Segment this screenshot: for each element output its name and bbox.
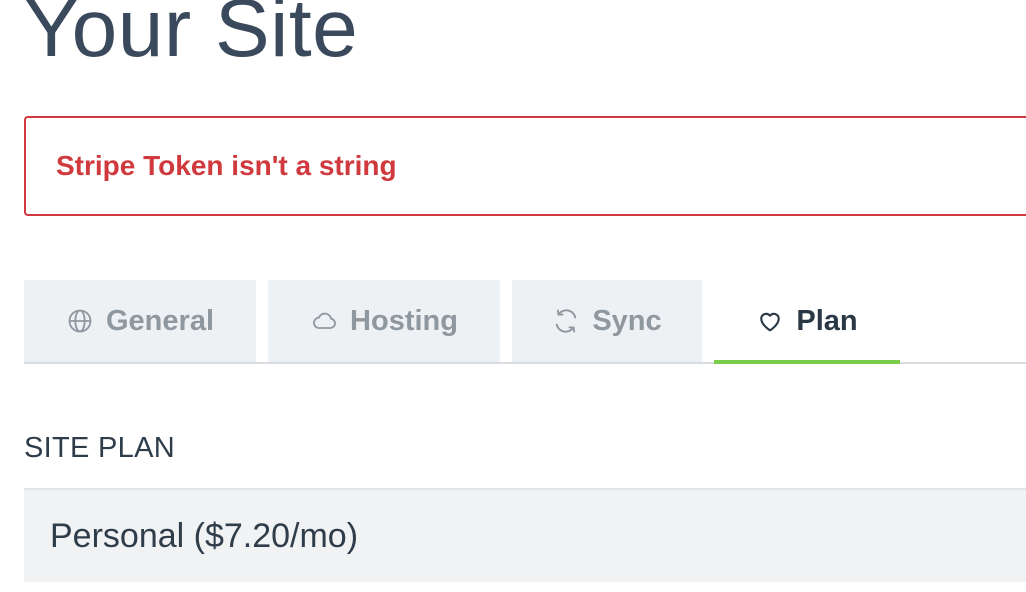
tab-label: General	[106, 304, 214, 337]
tab-general[interactable]: General	[24, 280, 256, 362]
settings-tabs: General Hosting Sync Plan	[24, 280, 1026, 364]
tab-label: Hosting	[350, 304, 458, 337]
page-title: Your Site	[24, 0, 359, 74]
cloud-icon	[310, 307, 338, 335]
site-settings-page: Your Site Stripe Token isn't a string Ge…	[0, 0, 1026, 592]
globe-icon	[66, 307, 94, 335]
tab-hosting[interactable]: Hosting	[268, 280, 500, 362]
tab-label: Sync	[592, 304, 662, 337]
site-plan-value: Personal ($7.20/mo)	[50, 516, 359, 555]
error-alert: Stripe Token isn't a string	[24, 116, 1026, 216]
site-plan-label: SITE PLAN	[24, 432, 175, 464]
tab-sync[interactable]: Sync	[512, 280, 702, 362]
tab-label: Plan	[796, 304, 858, 337]
sync-icon	[552, 307, 580, 335]
heart-icon	[756, 307, 784, 335]
error-message: Stripe Token isn't a string	[56, 150, 397, 181]
site-plan-select[interactable]: Personal ($7.20/mo)	[24, 488, 1026, 582]
tab-plan[interactable]: Plan	[714, 280, 900, 364]
